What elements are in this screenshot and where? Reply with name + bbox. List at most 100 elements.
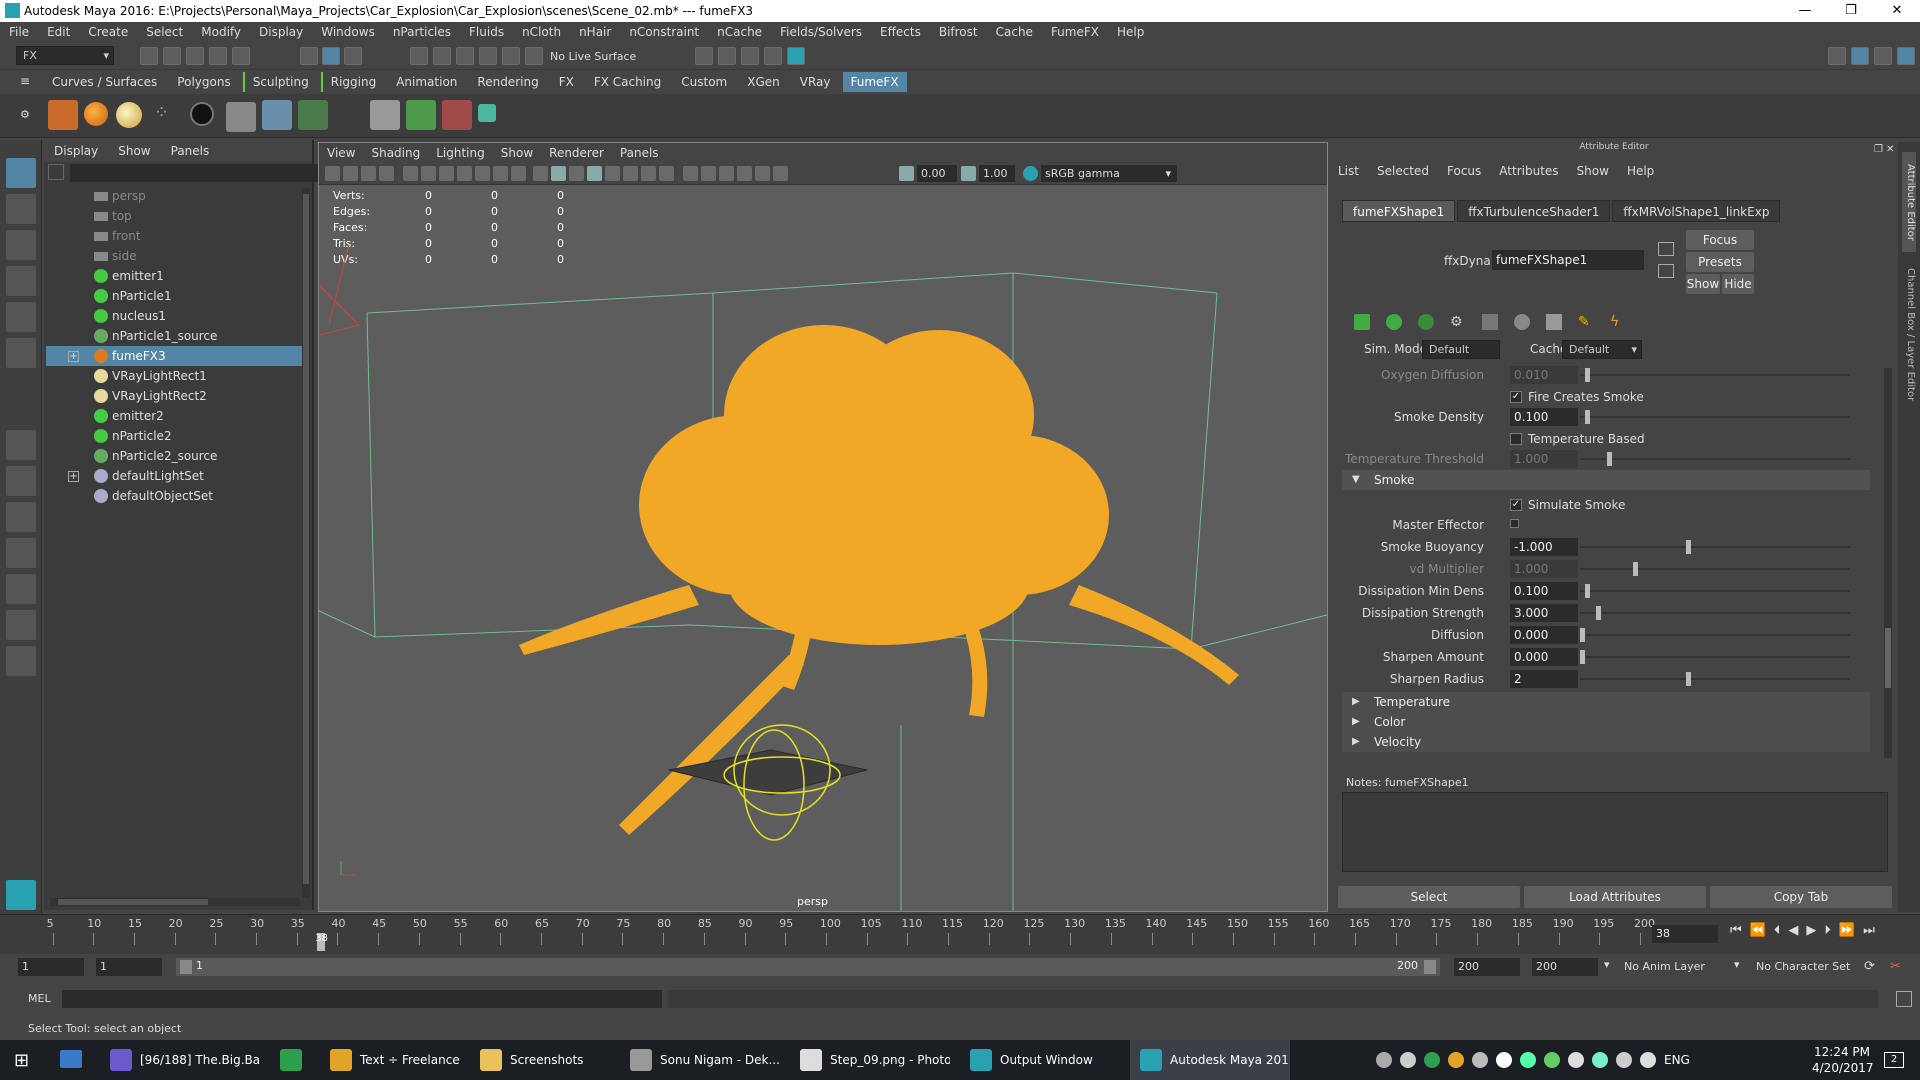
gamma-icon[interactable] bbox=[961, 166, 976, 181]
xray-joints-icon[interactable] bbox=[755, 166, 770, 181]
chrome-tray-icon[interactable] bbox=[1448, 1052, 1464, 1068]
outliner-item-vraylightrect1[interactable]: VRayLightRect1 bbox=[46, 366, 302, 386]
tray-icon[interactable] bbox=[1424, 1052, 1440, 1068]
viewport-menu-renderer[interactable]: Renderer bbox=[541, 146, 612, 160]
section-smoke[interactable]: ▼ Smoke bbox=[1342, 470, 1870, 490]
shelf-settings-icon[interactable]: ⚙ bbox=[20, 108, 30, 121]
outliner-hscroll-thumb[interactable] bbox=[58, 899, 208, 905]
float-panel-icon[interactable]: ❐ bbox=[1874, 144, 1883, 155]
select-component-icon[interactable] bbox=[344, 47, 362, 65]
tab-ffxmrvolshape1-linkexp[interactable]: ffxMRVolShape1_linkExp bbox=[1612, 200, 1781, 222]
fumefx-grid-icon[interactable] bbox=[48, 100, 78, 130]
tab-vray[interactable]: VRay bbox=[792, 72, 839, 92]
viewport-menu-panels[interactable]: Panels bbox=[612, 146, 667, 160]
temperature-threshold-field[interactable]: 1.000 bbox=[1510, 450, 1578, 468]
playback-end-field[interactable]: 200 bbox=[1454, 958, 1520, 976]
taskbar-app[interactable]: [96/188] The.Big.Ba... bbox=[100, 1040, 260, 1080]
render-element-icon[interactable] bbox=[478, 104, 496, 122]
menu-select[interactable]: Select bbox=[137, 25, 192, 39]
dissipation-strength-slider[interactable] bbox=[1580, 606, 1850, 620]
copy-tab-button[interactable]: Copy Tab bbox=[1710, 886, 1892, 908]
command-input[interactable] bbox=[62, 990, 662, 1008]
isolate-select-icon[interactable] bbox=[719, 166, 734, 181]
master-effector-checkbox[interactable] bbox=[1510, 519, 1519, 528]
tray-icon[interactable] bbox=[1544, 1052, 1560, 1068]
grid-view-icon[interactable] bbox=[1482, 314, 1498, 330]
dissipation-min-dens-slider[interactable] bbox=[1580, 584, 1850, 598]
camera-attributes-icon[interactable] bbox=[343, 166, 358, 181]
taskbar-app[interactable]: Text ÷ Freelance H... bbox=[320, 1040, 460, 1080]
menu-ncloth[interactable]: nCloth bbox=[513, 25, 570, 39]
preview-icon[interactable] bbox=[1514, 314, 1530, 330]
outliner-item-side[interactable]: side bbox=[46, 246, 302, 266]
menu-fumefx[interactable]: FumeFX bbox=[1042, 25, 1108, 39]
vd-multiplier-field[interactable]: 1.000 bbox=[1510, 560, 1578, 578]
outliner-menu-display[interactable]: Display bbox=[54, 144, 98, 158]
drag-force-icon[interactable] bbox=[442, 100, 472, 130]
range-end-handle[interactable] bbox=[1424, 960, 1436, 974]
ae-vscroll-thumb[interactable] bbox=[1885, 628, 1891, 688]
go-to-input-icon[interactable] bbox=[1658, 242, 1674, 256]
history-icon[interactable] bbox=[525, 47, 543, 65]
slider-handle[interactable] bbox=[1580, 628, 1585, 642]
hide-button[interactable]: Hide bbox=[1722, 274, 1754, 294]
tab-animation[interactable]: Animation bbox=[388, 72, 465, 92]
tab-rigging[interactable]: Rigging bbox=[320, 72, 384, 92]
expand-icon[interactable]: + bbox=[68, 470, 79, 482]
menu-nparticles[interactable]: nParticles bbox=[384, 25, 460, 39]
backface-icon[interactable] bbox=[773, 166, 788, 181]
menu-windows[interactable]: Windows bbox=[312, 25, 384, 39]
sim-mode-dropdown[interactable]: Default bbox=[1422, 340, 1500, 359]
menu-fluids[interactable]: Fluids bbox=[460, 25, 513, 39]
close-button[interactable]: ✕ bbox=[1874, 0, 1920, 22]
snap-curve-icon[interactable] bbox=[433, 47, 451, 65]
viewport-menu-show[interactable]: Show bbox=[493, 146, 541, 160]
paint-select-tool-icon[interactable] bbox=[6, 230, 36, 260]
menu-file[interactable]: File bbox=[0, 25, 38, 39]
menu-nconstraint[interactable]: nConstraint bbox=[620, 25, 708, 39]
current-frame-field[interactable]: 38 bbox=[1652, 925, 1718, 943]
anim-layer-dropdown[interactable]: No Anim Layer bbox=[1620, 958, 1730, 976]
graph-layout-icon[interactable] bbox=[6, 574, 36, 604]
outliner-item-nucleus1[interactable]: nucleus1 bbox=[46, 306, 302, 326]
menu-bifrost[interactable]: Bifrost bbox=[930, 25, 987, 39]
oxygen-diffusion-field[interactable]: 0.010 bbox=[1510, 366, 1578, 384]
oxygen-diffusion-slider[interactable] bbox=[1580, 368, 1850, 382]
cache-dropdown[interactable]: Default ▾ bbox=[1562, 340, 1642, 359]
show-button[interactable]: Show bbox=[1686, 274, 1720, 294]
node-name-field[interactable]: fumeFXShape1 bbox=[1492, 250, 1644, 270]
color-space-dropdown[interactable]: sRGB gamma ▾ bbox=[1041, 165, 1177, 182]
animation-end-field[interactable]: 200 bbox=[1532, 958, 1598, 976]
slider-handle[interactable] bbox=[1585, 410, 1591, 424]
slider-handle[interactable] bbox=[1585, 368, 1591, 382]
smooth-shade-icon[interactable] bbox=[551, 166, 566, 181]
outliner-menu-panels[interactable]: Panels bbox=[171, 144, 210, 158]
outliner-item-fumefx3[interactable]: + fumeFX3 bbox=[46, 346, 302, 366]
lasso-tool-icon[interactable] bbox=[6, 194, 36, 224]
redo-icon[interactable] bbox=[232, 47, 250, 65]
command-language-label[interactable]: MEL bbox=[28, 992, 51, 1005]
step-back-key-icon[interactable]: ⏪ bbox=[1750, 923, 1766, 938]
snap-grid-icon[interactable] bbox=[410, 47, 428, 65]
ae-vscrollbar[interactable] bbox=[1884, 368, 1892, 758]
snap-point-icon[interactable] bbox=[456, 47, 474, 65]
expand-icon[interactable]: + bbox=[68, 350, 79, 362]
action-center-icon[interactable]: 2 bbox=[1884, 1052, 1904, 1068]
menu-edit[interactable]: Edit bbox=[38, 25, 79, 39]
outliner-item-emitter2[interactable]: emitter2 bbox=[46, 406, 302, 426]
sharpen-amount-field[interactable]: 0.000 bbox=[1510, 648, 1578, 666]
select-object-icon[interactable] bbox=[322, 47, 340, 65]
motion-blur-icon[interactable] bbox=[659, 166, 674, 181]
play-forwards-icon[interactable]: ▶ bbox=[1806, 923, 1816, 938]
depth-of-field-icon[interactable] bbox=[701, 166, 716, 181]
menu-fields-solvers[interactable]: Fields/Solvers bbox=[771, 25, 871, 39]
exposure-field[interactable]: 0.00 bbox=[917, 165, 957, 182]
select-tool-icon[interactable] bbox=[6, 158, 36, 188]
outliner-item-nparticle1[interactable]: nParticle1 bbox=[46, 286, 302, 306]
dropbox-tray-icon[interactable] bbox=[1496, 1052, 1512, 1068]
textured-icon[interactable] bbox=[587, 166, 602, 181]
presets-button[interactable]: Presets bbox=[1686, 252, 1754, 272]
menu-display[interactable]: Display bbox=[250, 25, 312, 39]
outliner-vscroll-thumb[interactable] bbox=[303, 194, 309, 884]
step-forward-frame-icon[interactable]: ⏵ bbox=[1824, 923, 1831, 938]
